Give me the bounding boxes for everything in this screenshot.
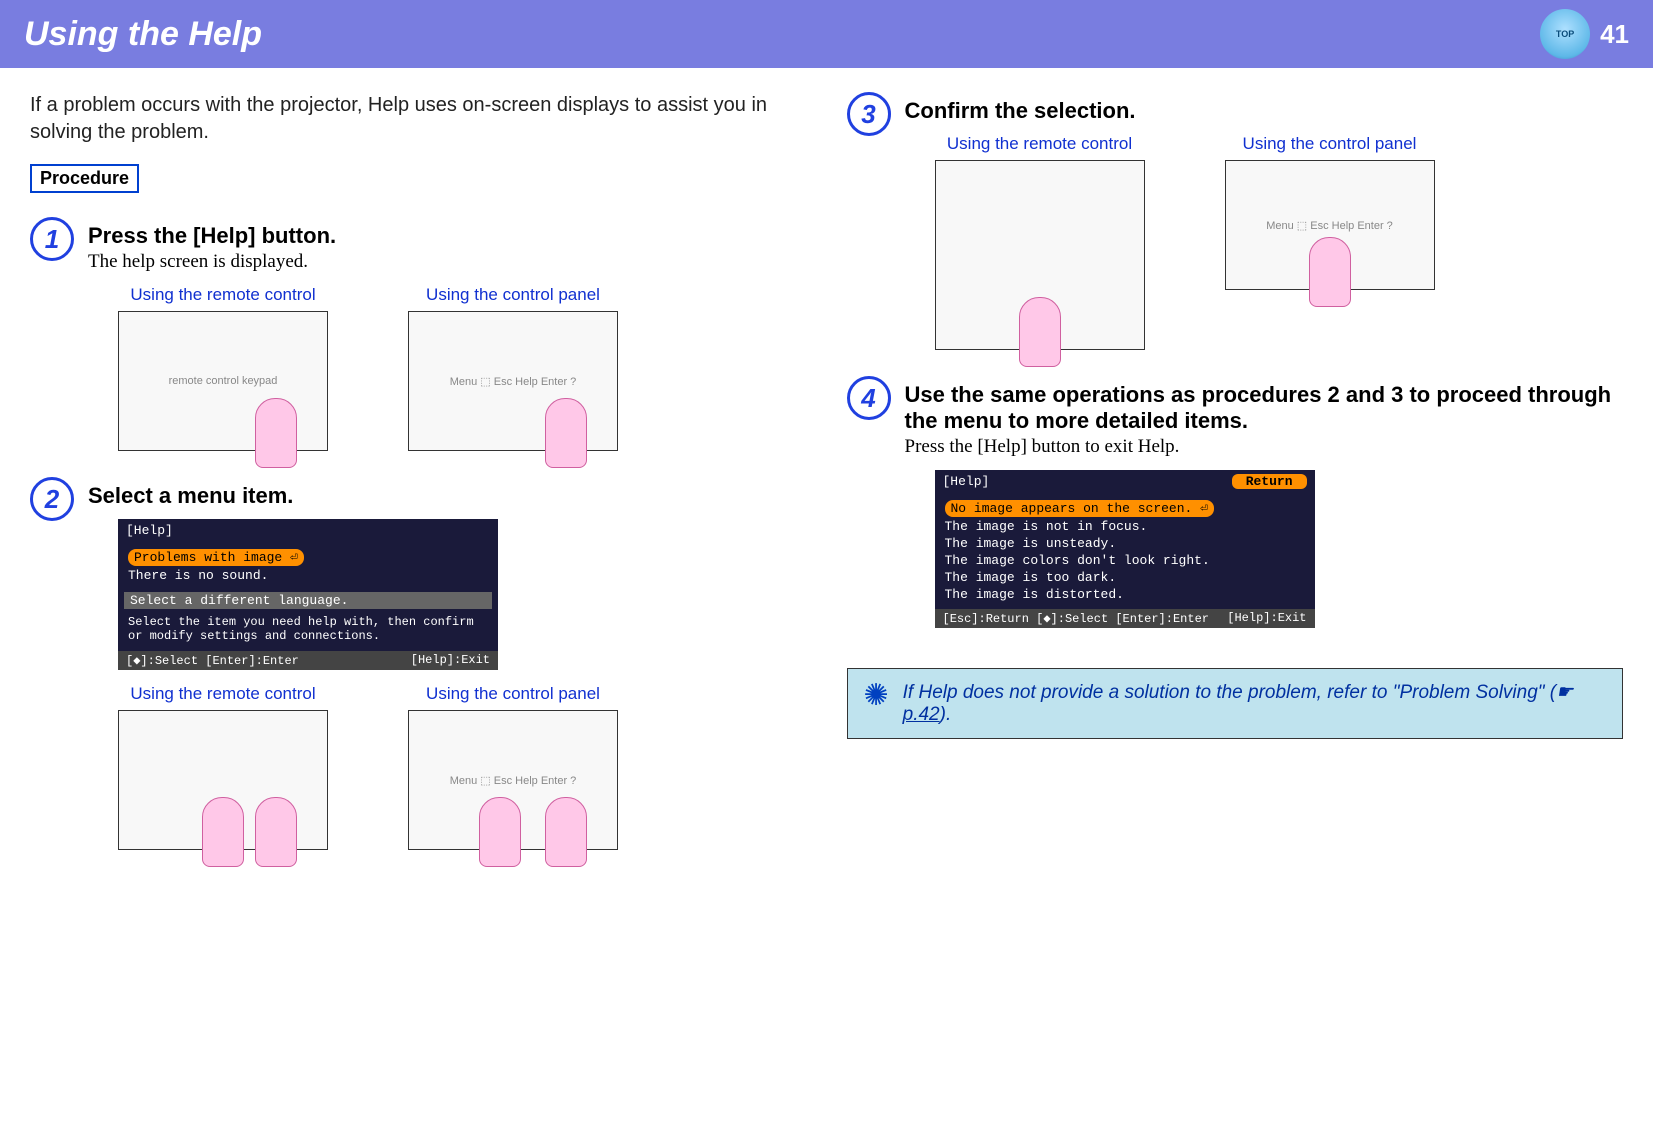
remote-control-illustration: remote control keypad: [118, 311, 328, 451]
step-1-subtitle: The help screen is displayed.: [88, 251, 807, 273]
intro-text: If a problem occurs with the projector, …: [30, 92, 807, 146]
step-1-title: Press the [Help] button.: [88, 223, 807, 249]
control-panel-illustration: Menu ⬚ Esc Help Enter ?: [408, 710, 618, 850]
finger-pointer-icon: [545, 797, 587, 867]
finger-pointer-icon: [1019, 297, 1061, 367]
panel-controls-label: Menu ⬚ Esc Help Enter ?: [450, 774, 577, 787]
panel-controls-label: Menu ⬚ Esc Help Enter ?: [1266, 219, 1393, 232]
right-column: 3 Confirm the selection. Using the remot…: [847, 92, 1624, 876]
tip-text: If Help does not provide a solution to t…: [903, 681, 1606, 726]
step-number-1: 1: [30, 217, 74, 261]
help-item: The image is too dark.: [941, 569, 1309, 586]
top-icon-label: TOP: [1556, 29, 1574, 39]
step-number-3: 3: [847, 92, 891, 136]
page-number: 41: [1600, 19, 1629, 50]
lightbulb-icon: ✺: [864, 681, 889, 711]
remote-control-illustration: [118, 710, 328, 850]
page-title: Using the Help: [24, 15, 262, 54]
finger-pointer-icon: [1309, 237, 1351, 307]
help-hint: Select the item you need help with, then…: [124, 613, 492, 645]
tip-text-before: If Help does not provide a solution to t…: [903, 682, 1557, 703]
finger-pointer-icon: [545, 398, 587, 468]
step-number-2: 2: [30, 477, 74, 521]
step-4-subtitle: Press the [Help] button to exit Help.: [905, 436, 1624, 458]
finger-pointer-icon: [255, 398, 297, 468]
step-1: 1 Press the [Help] button. The help scre…: [30, 217, 807, 451]
panel-caption: Using the control panel: [1225, 134, 1435, 154]
tip-page-link[interactable]: p.42: [903, 704, 940, 725]
help-item-selected: No image appears on the screen. ⏎: [945, 500, 1214, 517]
finger-pointer-icon: [255, 797, 297, 867]
step-2: 2 Select a menu item. [Help] Problems wi…: [30, 477, 807, 850]
step-3: 3 Confirm the selection. Using the remot…: [847, 92, 1624, 350]
step-number-4: 4: [847, 376, 891, 420]
help-menu-screenshot-2: [Help] Return No image appears on the sc…: [935, 470, 1315, 628]
finger-pointer-icon: [202, 797, 244, 867]
remote-control-illustration: [935, 160, 1145, 350]
remote-caption: Using the remote control: [935, 134, 1145, 154]
help-title: [Help]: [126, 523, 173, 538]
left-column: If a problem occurs with the projector, …: [30, 92, 807, 876]
help-title: [Help]: [943, 474, 990, 489]
help-item: The image is distorted.: [941, 586, 1309, 603]
panel-caption: Using the control panel: [408, 285, 618, 305]
help-item-grey: Select a different language.: [124, 592, 492, 609]
help-item: The image is not in focus.: [941, 518, 1309, 535]
help-item: The image is unsteady.: [941, 535, 1309, 552]
help-return-badge: Return: [1232, 474, 1307, 489]
step-2-title: Select a menu item.: [88, 483, 807, 509]
help-item: There is no sound.: [124, 567, 492, 584]
header-bar: Using the Help TOP 41: [0, 0, 1653, 68]
finger-pointer-icon: [479, 797, 521, 867]
help-footer-right: [Help]:Exit: [1227, 611, 1306, 626]
remote-keypad-label: remote control keypad: [169, 375, 278, 387]
help-item: The image colors don't look right.: [941, 552, 1309, 569]
help-menu-screenshot-1: [Help] Problems with image ⏎ There is no…: [118, 519, 498, 670]
top-nav-block: TOP 41: [1540, 9, 1629, 59]
control-panel-illustration: Menu ⬚ Esc Help Enter ?: [1225, 160, 1435, 290]
panel-controls-label: Menu ⬚ Esc Help Enter ?: [450, 375, 577, 388]
help-footer-right: [Help]:Exit: [411, 653, 490, 668]
tip-callout: ✺ If Help does not provide a solution to…: [847, 668, 1624, 739]
remote-caption: Using the remote control: [118, 684, 328, 704]
step-4-title: Use the same operations as procedures 2 …: [905, 382, 1624, 434]
panel-caption: Using the control panel: [408, 684, 618, 704]
top-icon[interactable]: TOP: [1540, 9, 1590, 59]
remote-caption: Using the remote control: [118, 285, 328, 305]
step-3-title: Confirm the selection.: [905, 98, 1624, 124]
procedure-heading: Procedure: [30, 164, 139, 193]
step-4: 4 Use the same operations as procedures …: [847, 376, 1624, 642]
help-footer-left: [Esc]:Return [◆]:Select [Enter]:Enter: [943, 611, 1209, 626]
control-panel-illustration: Menu ⬚ Esc Help Enter ?: [408, 311, 618, 451]
help-footer-left: [◆]:Select [Enter]:Enter: [126, 653, 299, 668]
tip-text-after: ).: [940, 704, 952, 725]
help-item-selected: Problems with image ⏎: [128, 549, 304, 566]
